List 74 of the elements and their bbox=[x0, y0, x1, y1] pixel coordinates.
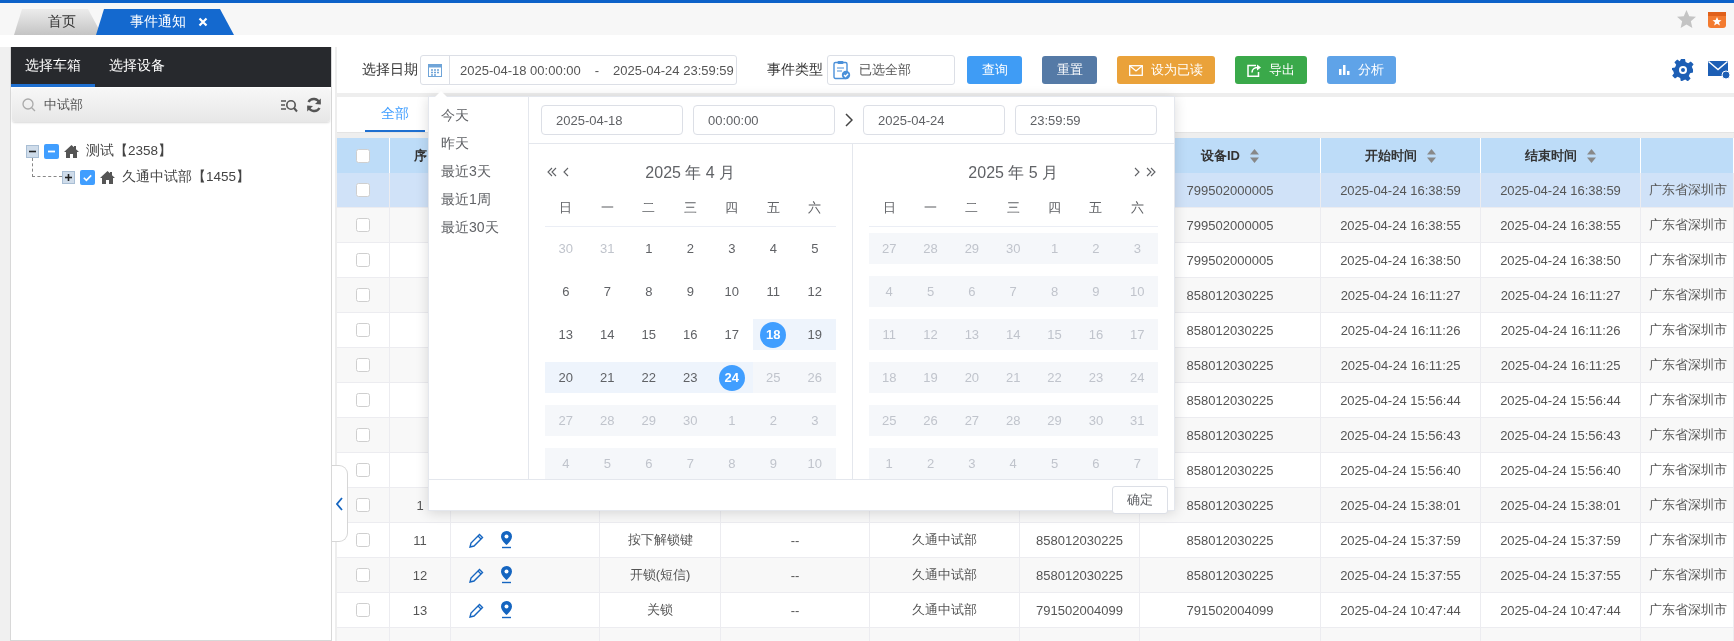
table-cell: 2025-04-24 15:38:01 bbox=[1481, 488, 1641, 522]
weekday-label: 四 bbox=[724, 199, 740, 217]
table-cell: 12 bbox=[390, 558, 451, 592]
weekday-label: 四 bbox=[1047, 199, 1063, 217]
table-cell: 2025-04-24 16:38:59 bbox=[1481, 173, 1641, 207]
table-cell: 2025-04-24 15:37:59 bbox=[1321, 523, 1481, 557]
table-cell: 久通中试部 bbox=[870, 558, 1020, 592]
table-cell: 2025-04-24 16:11:26 bbox=[1481, 313, 1641, 347]
table-cell: 广东省深圳市 bbox=[1641, 313, 1734, 347]
weekday-label: 日 bbox=[558, 199, 574, 217]
month-title: 2025 年 5 月 bbox=[968, 162, 1059, 183]
field-label: 选择日期 bbox=[362, 61, 418, 79]
weekday-label: 三 bbox=[1005, 199, 1021, 217]
table-cell: 开锁(短信) bbox=[600, 558, 721, 592]
table-cell: 广东省深圳市 bbox=[1641, 558, 1734, 592]
month-title: 2025 年 4 月 bbox=[645, 162, 736, 183]
table-cell: 2025-04-24 16:11:26 bbox=[1321, 313, 1481, 347]
table-cell: 2025-04-24 16:38:50 bbox=[1321, 243, 1481, 277]
table-cell: 858012030225 bbox=[1020, 523, 1140, 557]
table-cell: 广东省深圳市 bbox=[1641, 488, 1734, 522]
table-cell: 2025-04-24 16:11:27 bbox=[1481, 278, 1641, 312]
table-cell: 按下解锁键 bbox=[600, 523, 721, 557]
field-label: 事件类型 bbox=[767, 61, 823, 79]
table-cell: 2025-04-24 10:47:44 bbox=[1481, 593, 1641, 627]
table-cell: 2025-04-24 15:56:44 bbox=[1481, 383, 1641, 417]
table-cell: 广东省深圳市 bbox=[1641, 418, 1734, 452]
table-cell: 2025-04-24 15:37:55 bbox=[1321, 558, 1481, 592]
table-cell: 广东省深圳市 bbox=[1641, 278, 1734, 312]
weekday-label: 二 bbox=[641, 199, 657, 217]
weekday-label: 五 bbox=[765, 199, 781, 217]
table-cell: 2025-04-24 16:38:50 bbox=[1481, 243, 1641, 277]
table-cell: 2025-04-24 16:11:25 bbox=[1321, 348, 1481, 382]
table-cell: 2025-04-24 15:37:55 bbox=[1481, 558, 1641, 592]
table-cell: 2025-04-24 16:38:59 bbox=[1321, 173, 1481, 207]
table-cell: 2025-04-24 15:56:44 bbox=[1321, 383, 1481, 417]
weekday-label: 一 bbox=[599, 199, 615, 217]
table-cell: 2025-04-24 16:38:55 bbox=[1321, 208, 1481, 242]
table-cell: 11 bbox=[390, 523, 451, 557]
weekday-label: 三 bbox=[682, 199, 698, 217]
table-cell: 858012030225 bbox=[1020, 558, 1140, 592]
table-cell: 广东省深圳市 bbox=[1641, 243, 1734, 277]
weekday-label: 一 bbox=[923, 199, 938, 217]
table-cell: 858012030225 bbox=[1140, 523, 1321, 557]
table-cell: -- bbox=[721, 558, 870, 592]
table-cell: 2025-04-24 15:37:59 bbox=[1481, 523, 1641, 557]
table-cell: 广东省深圳市 bbox=[1641, 523, 1734, 557]
table-cell: 关锁 bbox=[600, 593, 721, 627]
table-cell: 2025-04-24 15:38:01 bbox=[1321, 488, 1481, 522]
table-cell: 2025-04-24 16:11:25 bbox=[1481, 348, 1641, 382]
table-cell: 2025-04-24 16:11:27 bbox=[1321, 278, 1481, 312]
table-cell: 广东省深圳市 bbox=[1641, 208, 1734, 242]
weekday-label: 日 bbox=[881, 199, 897, 217]
table-cell: 2025-04-24 16:38:55 bbox=[1481, 208, 1641, 242]
table-cell: -- bbox=[721, 593, 870, 627]
table-cell: 广东省深圳市 bbox=[1641, 173, 1734, 207]
table-cell: 广东省深圳市 bbox=[1641, 453, 1734, 487]
table-cell: 791502004099 bbox=[1140, 593, 1321, 627]
table-cell: -- bbox=[721, 523, 870, 557]
weekday-label: 六 bbox=[807, 199, 823, 217]
table-cell: 2025-04-24 15:56:40 bbox=[1321, 453, 1481, 487]
table-cell: 2025-04-24 15:56:40 bbox=[1481, 453, 1641, 487]
table-cell: 广东省深圳市 bbox=[1641, 348, 1734, 382]
table-cell: 2025-04-24 15:56:43 bbox=[1321, 418, 1481, 452]
table-cell: 久通中试部 bbox=[870, 593, 1020, 627]
table-cell: 广东省深圳市 bbox=[1641, 593, 1734, 627]
table-cell: 13 bbox=[390, 593, 451, 627]
table-cell: 广东省深圳市 bbox=[1641, 383, 1734, 417]
table-cell: 858012030225 bbox=[1140, 558, 1321, 592]
table-cell: 791502004099 bbox=[1020, 593, 1140, 627]
table-cell: 久通中试部 bbox=[870, 523, 1020, 557]
weekday-label: 二 bbox=[964, 199, 980, 217]
table-cell: 2025-04-24 10:47:44 bbox=[1321, 593, 1481, 627]
table-cell: 2025-04-24 15:56:43 bbox=[1481, 418, 1641, 452]
weekday-label: 五 bbox=[1088, 199, 1104, 217]
